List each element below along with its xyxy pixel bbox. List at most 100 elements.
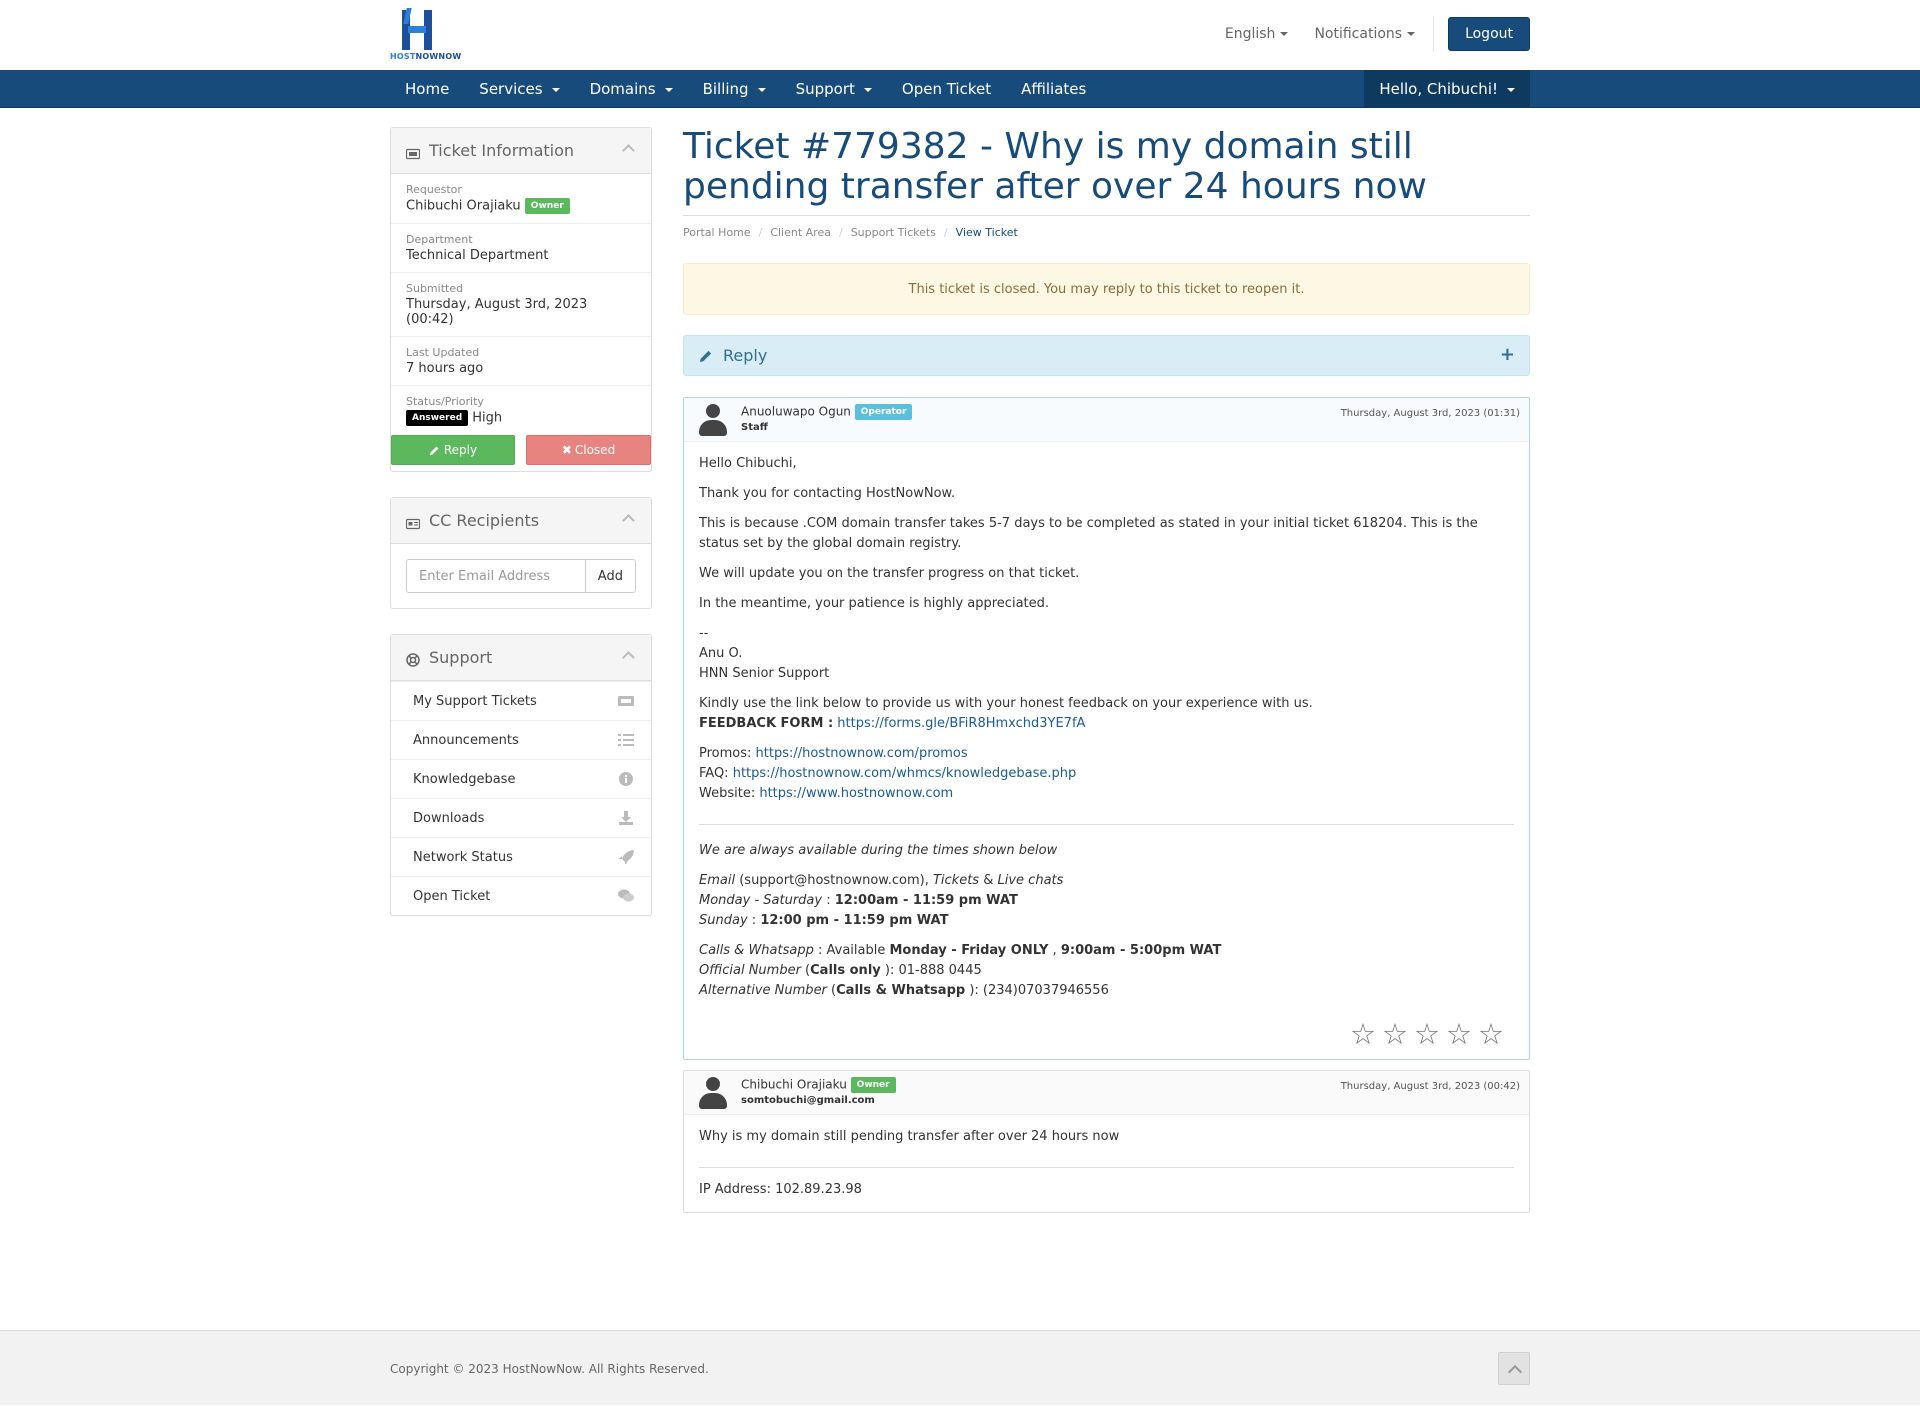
caret-down-icon [863, 87, 872, 92]
logout-button[interactable]: Logout [1448, 17, 1530, 51]
requestor-name: Chibuchi Orajiaku [406, 198, 521, 214]
closed-button[interactable]: ✖ Closed [526, 435, 651, 465]
nav-domains[interactable]: Domains [575, 70, 688, 108]
footer: Copyright © 2023 HostNowNow. All Rights … [0, 1330, 1920, 1405]
chevron-up-icon[interactable] [622, 514, 635, 527]
message-date: Thursday, August 3rd, 2023 (01:31) [1340, 408, 1520, 419]
ip-address: IP Address: 102.89.23.98 [699, 1182, 862, 1197]
panel-heading[interactable]: CC Recipients [391, 498, 651, 544]
sidebar-item-announcements[interactable]: Announcements [391, 720, 651, 759]
sidebar-item-my-support-tickets[interactable]: My Support Tickets [391, 681, 651, 720]
breadcrumb-portal-home[interactable]: Portal Home [683, 226, 751, 239]
ticket-icon [405, 145, 421, 159]
pencil-icon [700, 350, 712, 362]
sidebar: Ticket Information Requestor Chibuchi Or… [390, 127, 652, 941]
copyright: Copyright © 2023 HostNowNow. All Rights … [390, 1361, 709, 1376]
star-icon[interactable]: ☆ [1382, 1019, 1408, 1049]
priority-value: High [472, 410, 503, 426]
message-line: We will update you on the transfer progr… [699, 566, 1080, 581]
owner-badge: Owner [850, 1077, 896, 1093]
star-icon[interactable]: ☆ [1478, 1019, 1504, 1049]
info-label: Status/Priority [406, 395, 484, 408]
message-line: Hello Chibuchi, [699, 456, 797, 471]
panel-title: CC Recipients [429, 511, 540, 530]
info-label: Requestor [406, 183, 462, 196]
panel-title: Support [429, 648, 493, 667]
nav-services[interactable]: Services [464, 70, 574, 108]
status-badge: Answered [406, 410, 469, 426]
operator-badge: Operator [854, 404, 913, 420]
ticket-message: Anuoluwapo Ogun Operator Staff Thursday,… [683, 397, 1530, 1060]
sidebar-item-knowledgebase[interactable]: Knowledgebase [391, 759, 651, 798]
plus-icon[interactable]: + [1500, 344, 1515, 365]
website-link[interactable]: https://www.hostnownow.com [759, 786, 953, 801]
caret-down-icon [1507, 87, 1515, 92]
nav-affiliates[interactable]: Affiliates [1006, 70, 1101, 108]
message-line: In the meantime, your patience is highly… [699, 596, 1050, 611]
breadcrumb-view-ticket: View Ticket [955, 226, 1018, 239]
star-icon[interactable]: ☆ [1446, 1019, 1472, 1049]
caret-down-icon [664, 87, 673, 92]
logo-mark [402, 8, 432, 50]
info-circle-icon [618, 772, 634, 786]
message-line: Why is my domain still pending transfer … [699, 1129, 1120, 1144]
nav-open-ticket[interactable]: Open Ticket [887, 70, 1006, 108]
message-line: Thank you for contacting HostNowNow. [699, 486, 956, 501]
sidebar-item-open-ticket[interactable]: Open Ticket [391, 876, 651, 915]
life-ring-icon [406, 652, 420, 667]
message-author-role: Staff [741, 422, 768, 433]
cc-email-input[interactable]: Enter Email Address [406, 559, 585, 593]
star-icon[interactable]: ☆ [1350, 1019, 1376, 1049]
message-date: Thursday, August 3rd, 2023 (00:42) [1340, 1081, 1520, 1092]
panel-heading[interactable]: Ticket Information [391, 128, 651, 174]
department-value: Technical Department [406, 248, 549, 263]
logo[interactable]: HOSTNOWNOW [390, 8, 461, 62]
message-author: Anuoluwapo Ogun [741, 404, 851, 419]
logo-text: HOSTNOWNOW [390, 52, 462, 61]
feedback-block: Kindly use the link below to provide us … [699, 696, 1313, 731]
user-avatar-icon [699, 1077, 727, 1109]
language-dropdown[interactable]: English [1225, 26, 1289, 42]
nav-support[interactable]: Support [781, 70, 887, 108]
info-label: Last Updated [406, 346, 480, 359]
signature: -- Anu O. HNN Senior Support [699, 626, 830, 681]
user-menu[interactable]: Hello, Chibuchi! [1364, 70, 1530, 108]
close-icon: ✖ [561, 443, 572, 457]
info-label: Submitted [406, 282, 464, 295]
reply-panel-toggle[interactable]: Reply + [683, 335, 1530, 376]
sidebar-item-downloads[interactable]: Downloads [391, 798, 651, 837]
feedback-link[interactable]: https://forms.gle/BFiR8Hmxchd3YE7fA [837, 716, 1085, 731]
caret-down-icon [1280, 32, 1289, 36]
back-to-top-button[interactable] [1498, 1352, 1530, 1385]
caret-down-icon [551, 87, 560, 92]
comments-icon [618, 889, 634, 903]
links-block: Promos: https://hostnownow.com/promos FA… [699, 746, 1077, 801]
panel-heading[interactable]: Support [391, 635, 651, 681]
promos-link[interactable]: https://hostnownow.com/promos [756, 746, 968, 761]
chevron-up-icon[interactable] [622, 144, 635, 157]
support-panel: Support My Support Tickets Announcements… [390, 634, 652, 916]
reply-button[interactable]: Reply [391, 435, 515, 465]
cc-add-button[interactable]: Add [584, 559, 636, 593]
requestor-row: Requestor Chibuchi Orajiaku Owner [391, 174, 651, 224]
sidebar-item-network-status[interactable]: Network Status [391, 837, 651, 876]
star-icon[interactable]: ☆ [1414, 1019, 1440, 1049]
info-label: Department [406, 233, 473, 246]
breadcrumb: Portal Home / Client Area / Support Tickets /… [683, 226, 1018, 239]
divider [1433, 16, 1435, 52]
list-icon [618, 733, 634, 747]
chevron-up-icon[interactable] [622, 651, 635, 664]
status-priority-row: Status/Priority Answered High [391, 386, 651, 435]
notifications-dropdown[interactable]: Notifications [1314, 26, 1416, 42]
ticket-information-panel: Ticket Information Requestor Chibuchi Or… [390, 127, 652, 472]
breadcrumb-client-area[interactable]: Client Area [770, 226, 831, 239]
message-body: Why is my domain still pending transfer … [684, 1115, 1529, 1212]
message-line: This is because .COM domain transfer tak… [699, 516, 1478, 551]
ticket-closed-alert: This ticket is closed. You may reply to … [683, 263, 1530, 315]
availability-heading: We are always available during the times… [699, 843, 1058, 858]
nav-home[interactable]: Home [390, 70, 464, 108]
nav-billing[interactable]: Billing [688, 70, 781, 108]
hours-block: Email (support@hostnownow.com), Tickets … [699, 873, 1064, 928]
breadcrumb-support-tickets[interactable]: Support Tickets [851, 226, 936, 239]
faq-link[interactable]: https://hostnownow.com/whmcs/knowledgeba… [733, 766, 1077, 781]
